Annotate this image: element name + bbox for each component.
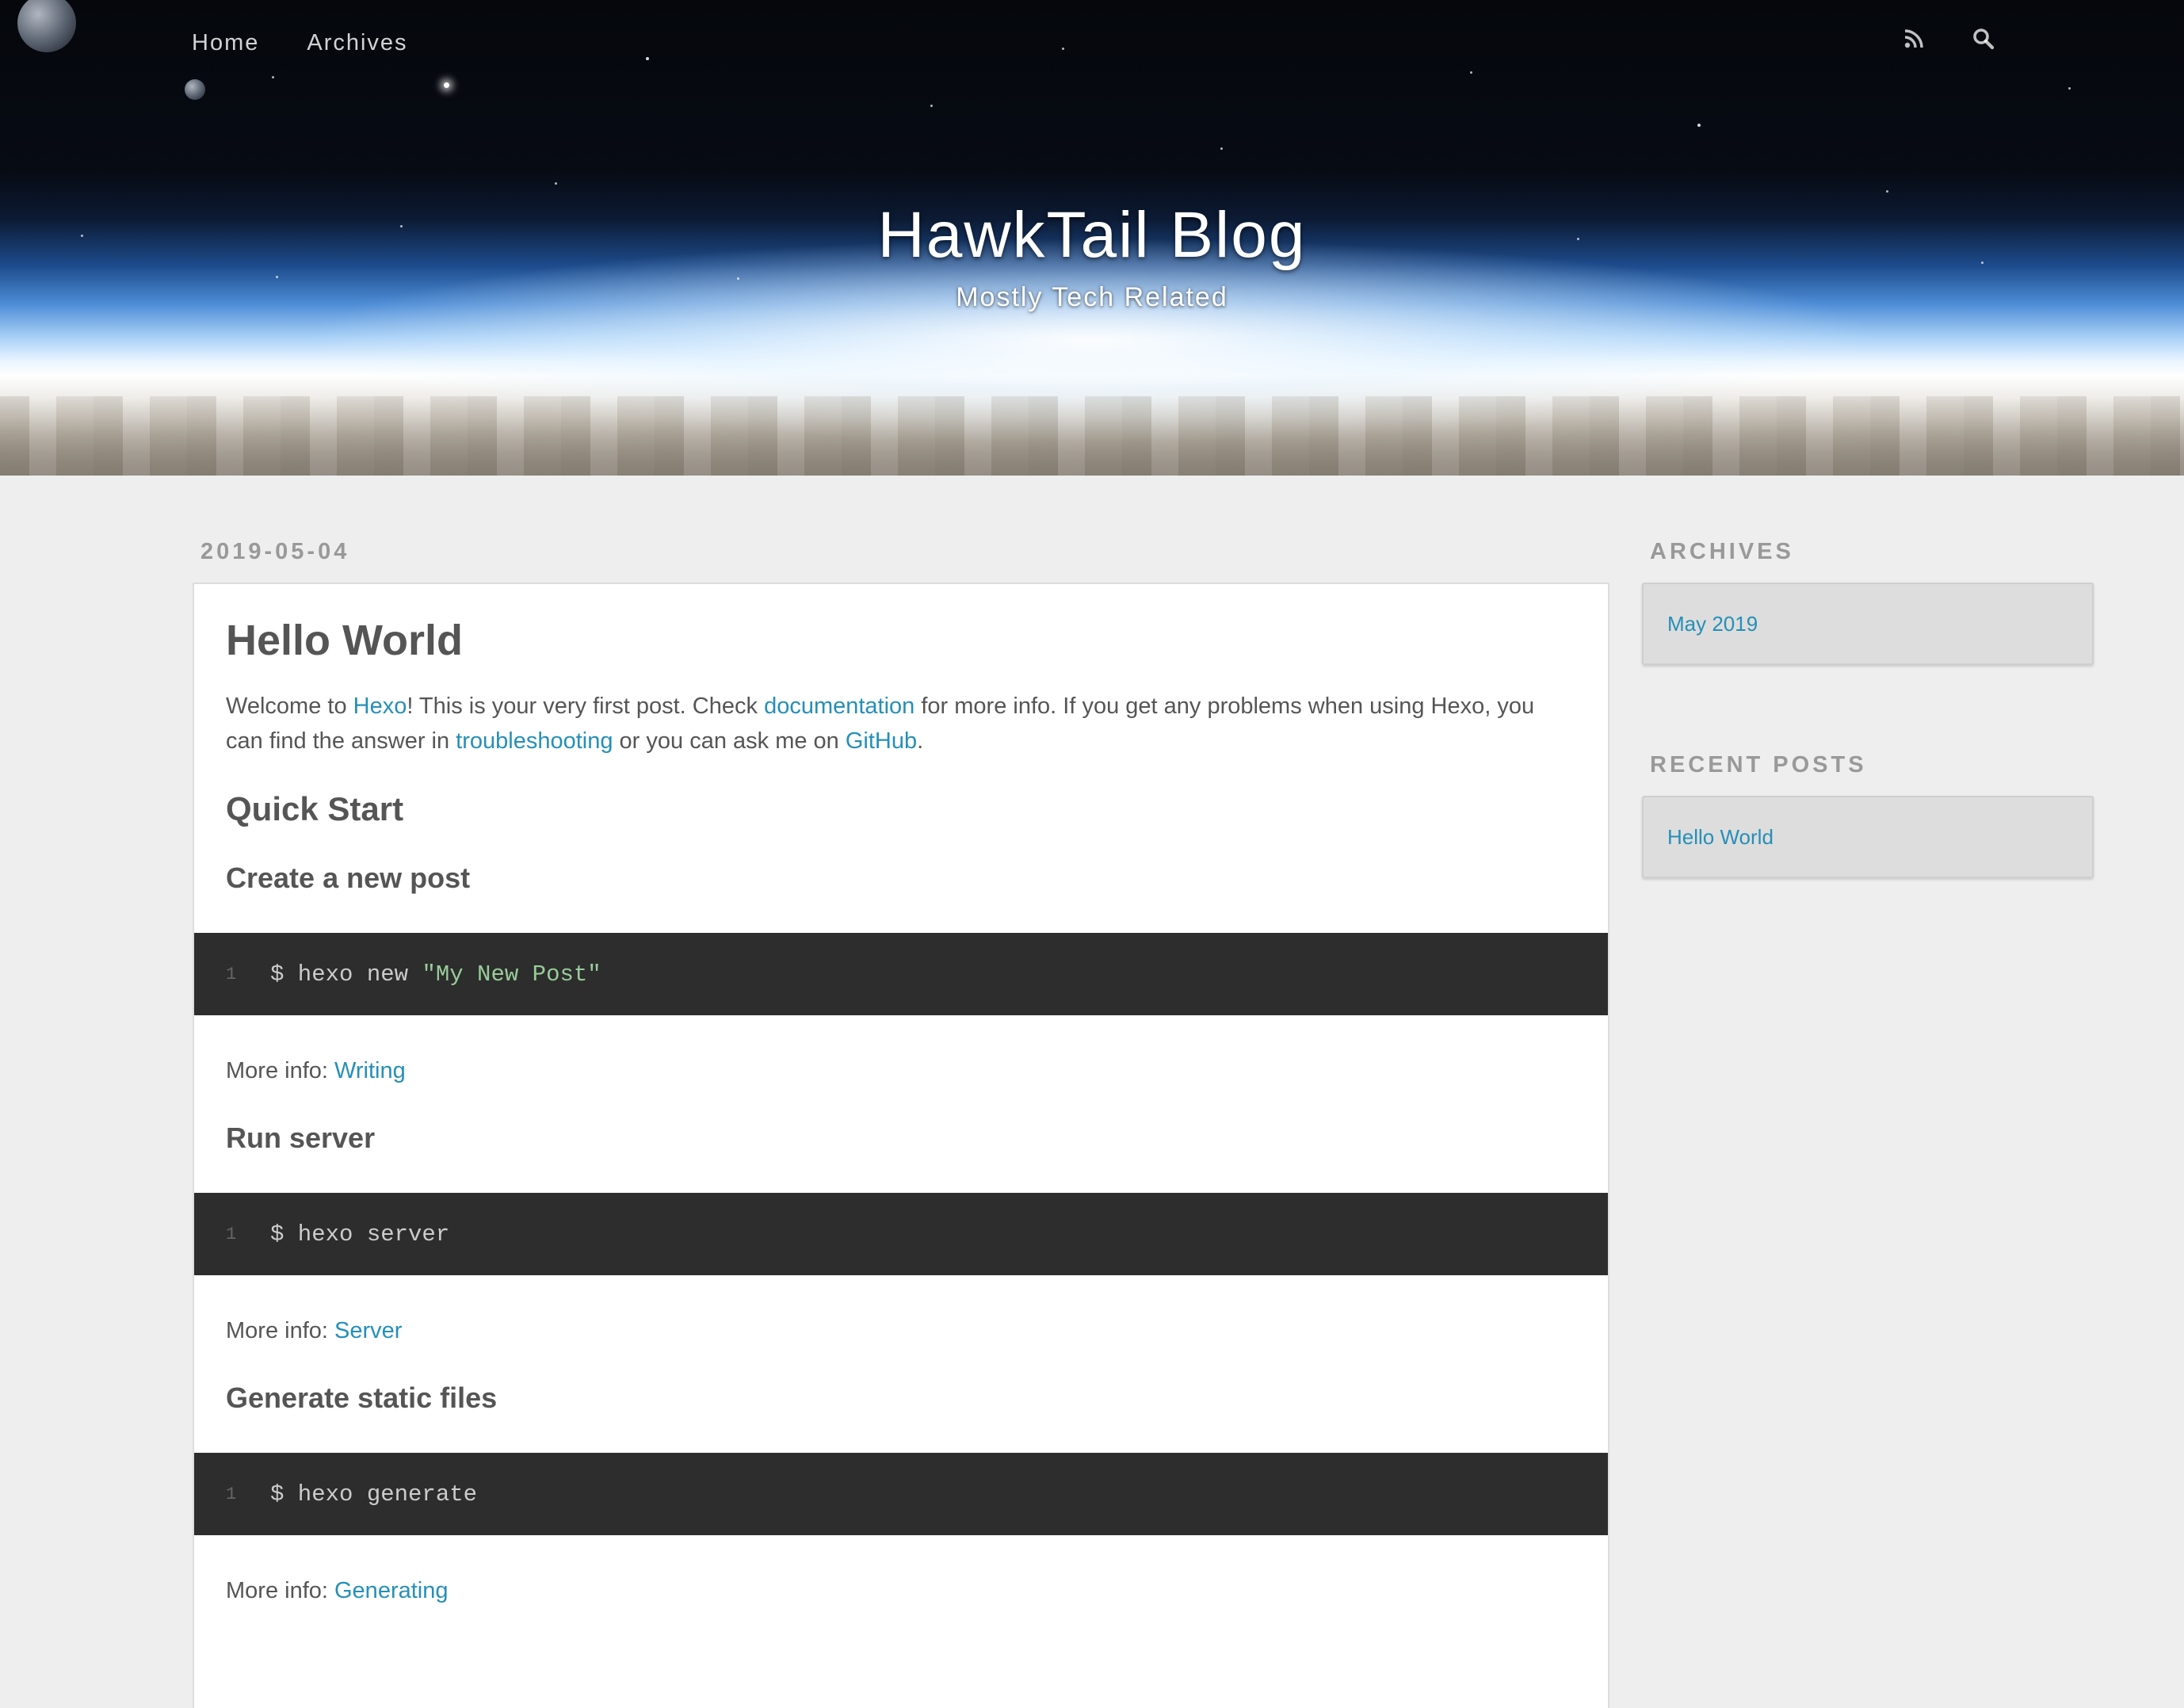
star: [272, 76, 274, 78]
troubleshooting-link[interactable]: troubleshooting: [456, 728, 613, 754]
code-command: $ hexo generate: [270, 1481, 478, 1507]
intro-text-2: ! This is your very first post. Check: [407, 694, 765, 719]
more-info-label: More info:: [226, 1058, 334, 1083]
article-title[interactable]: Hello World: [226, 616, 1576, 665]
star: [930, 105, 933, 107]
line-number: 1: [226, 1224, 237, 1244]
sub-nav: [1902, 27, 1995, 51]
code-block: 1 $ hexo generate: [194, 1453, 1608, 1535]
title-wrap: HawkTail Blog Mostly Tech Related: [0, 198, 2184, 313]
rss-icon[interactable]: [1902, 27, 1926, 51]
intro-text-1: Welcome to: [226, 694, 353, 719]
section-heading-create-post: Create a new post: [226, 862, 471, 894]
star: [646, 57, 649, 60]
star: [1062, 48, 1064, 50]
more-info: More info: Server: [226, 1313, 1576, 1348]
moon-decoration: [17, 0, 76, 52]
main-nav: Home Archives: [192, 30, 408, 56]
line-number: 1: [226, 1484, 237, 1504]
section-heading-generate: Generate static files: [226, 1381, 498, 1414]
quick-start-heading: Quick Start: [226, 790, 404, 827]
earth-clouds: [0, 396, 2184, 476]
site-banner: Home Archives HawkTail Blog Mostly Tech …: [0, 0, 2184, 476]
archive-item-may-2019[interactable]: May 2019: [1667, 612, 1758, 636]
code-command: $ hexo server: [270, 1221, 450, 1248]
github-link[interactable]: GitHub: [846, 728, 917, 754]
star: [2068, 87, 2071, 90]
more-info: More info: Generating: [226, 1573, 1576, 1608]
site-title[interactable]: HawkTail Blog: [878, 198, 1307, 273]
more-info: More info: Writing: [226, 1053, 1576, 1088]
generating-link[interactable]: Generating: [334, 1578, 449, 1603]
archives-widget: May 2019: [1642, 583, 2094, 665]
hexo-link[interactable]: Hexo: [353, 694, 407, 719]
moon-decoration-small: [185, 79, 205, 100]
writing-link[interactable]: Writing: [334, 1058, 406, 1083]
search-icon[interactable]: [1972, 27, 1995, 51]
recent-posts-widget: Hello World: [1642, 796, 2094, 878]
site-subtitle: Mostly Tech Related: [956, 282, 1228, 312]
code-block: 1 $ hexo server: [194, 1193, 1608, 1275]
star: [1886, 190, 1888, 193]
article-date[interactable]: 2019-05-04: [200, 539, 1609, 565]
more-info-label: More info:: [226, 1578, 334, 1603]
main-content: 2019-05-04 Hello World Welcome to Hexo! …: [193, 539, 1609, 1708]
recent-post-hello-world[interactable]: Hello World: [1667, 825, 1774, 850]
more-info-label: More info:: [226, 1318, 334, 1343]
code-block: 1 $ hexo new "My New Post": [194, 933, 1608, 1015]
line-number: 1: [226, 964, 237, 984]
archives-title: ARCHIVES: [1650, 539, 1794, 564]
intro-paragraph: Welcome to Hexo! This is your very first…: [226, 689, 1576, 758]
star: [1697, 124, 1701, 127]
star: [1220, 147, 1223, 150]
section-heading-run-server: Run server: [226, 1121, 376, 1154]
intro-text-4: or you can ask me on: [613, 728, 846, 754]
article-card: Hello World Welcome to Hexo! This is you…: [193, 583, 1609, 1708]
documentation-link[interactable]: documentation: [764, 694, 914, 719]
nav-home[interactable]: Home: [192, 30, 259, 56]
sidebar: ARCHIVES May 2019 RECENT POSTS Hello Wor…: [1642, 539, 2094, 965]
star: [555, 182, 557, 185]
recent-posts-title: RECENT POSTS: [1650, 752, 1867, 778]
intro-text-5: .: [917, 728, 924, 754]
code-string: "My New Post": [422, 961, 601, 988]
bright-star: [444, 82, 449, 88]
star: [1470, 71, 1472, 74]
server-link[interactable]: Server: [334, 1318, 402, 1343]
nav-archives[interactable]: Archives: [307, 30, 407, 56]
code-command: $ hexo new: [270, 961, 422, 988]
